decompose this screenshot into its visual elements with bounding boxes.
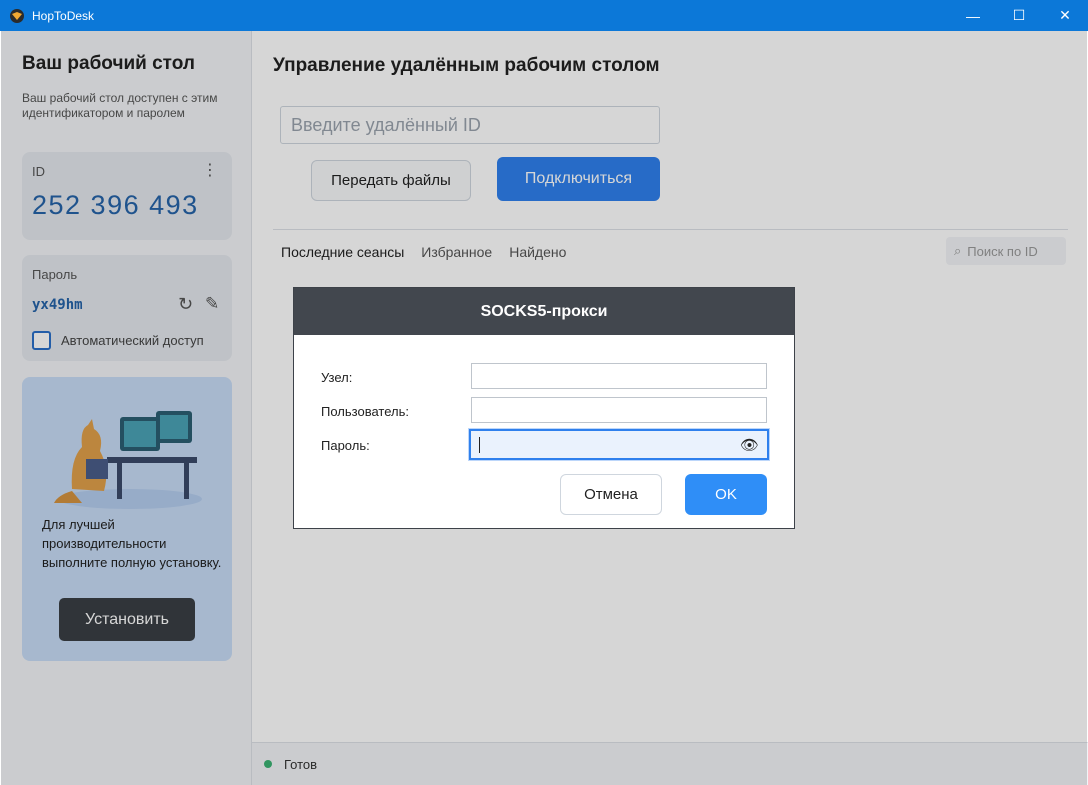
cancel-button[interactable]: Отмена [560, 474, 662, 515]
close-button[interactable]: ✕ [1042, 0, 1088, 31]
maximize-button[interactable]: ☐ [996, 0, 1042, 31]
app-logo-icon [10, 8, 24, 23]
password-label: Пароль: [321, 438, 370, 453]
window-title: HopToDesk [32, 8, 95, 23]
user-input[interactable] [471, 397, 767, 423]
user-label: Пользователь: [321, 404, 409, 419]
text-caret [479, 437, 480, 453]
title-bar: HopToDesk — ☐ ✕ [0, 0, 1088, 31]
dialog-title: SOCKS5-прокси [294, 288, 794, 335]
minimize-button[interactable]: — [950, 0, 996, 31]
eye-icon[interactable]: 👁 [740, 436, 759, 454]
host-label: Узел: [321, 370, 353, 385]
socks5-proxy-dialog: SOCKS5-прокси Узел: Пользователь: Пароль… [293, 287, 795, 529]
ok-button[interactable]: OK [685, 474, 767, 515]
host-input[interactable] [471, 363, 767, 389]
password-input[interactable]: 👁 [469, 429, 769, 460]
